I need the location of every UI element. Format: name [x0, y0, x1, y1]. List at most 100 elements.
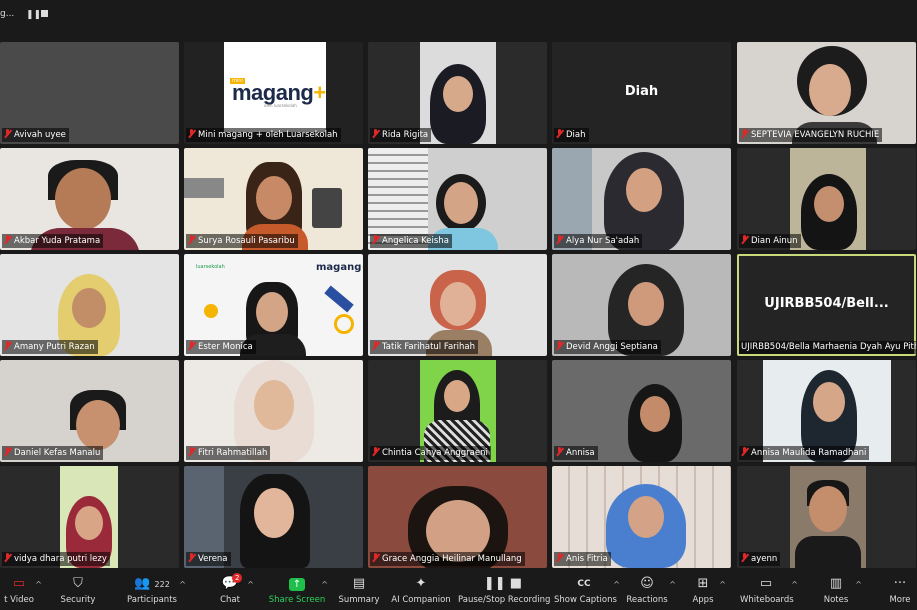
share-screen-button[interactable]: ↑ Share Screen ^	[268, 568, 328, 610]
video-tile[interactable]: Alya Nur Sa'adah	[552, 148, 731, 250]
video-tile[interactable]: Avivah uyee	[0, 42, 179, 144]
whiteboards-button[interactable]: ▭ Whiteboards ^	[740, 568, 798, 610]
mic-muted-icon	[372, 235, 379, 244]
participant-name: Diah	[554, 128, 589, 142]
ai-companion-button[interactable]: ✦ AI Companion	[390, 568, 452, 610]
recording-button[interactable]: ❚❚ ■ Pause/Stop Recording	[458, 568, 550, 610]
mic-muted-icon	[372, 447, 379, 456]
video-tile[interactable]: Rida Rigita	[368, 42, 547, 144]
chevron-up-icon[interactable]: ^	[669, 580, 676, 589]
magang-logo: magang+ mini oleh luarsekolah	[224, 42, 326, 132]
participant-big-name: UJIRBB504/Bell...	[764, 296, 889, 311]
participant-name: Annisa	[554, 446, 598, 460]
video-tile[interactable]: Diah Diah	[552, 42, 731, 144]
participant-name: ayenn	[739, 552, 781, 566]
participant-name: Rida Rigita	[370, 128, 432, 142]
video-tile[interactable]: SEPTEVIA EVANGELYN RUCHIE	[737, 42, 916, 144]
mic-muted-icon	[741, 553, 748, 562]
chat-icon: 💬	[221, 576, 239, 591]
video-tile[interactable]: Annisa	[552, 360, 731, 462]
more-icon: ···	[893, 576, 907, 591]
chevron-up-icon[interactable]: ^	[321, 580, 328, 589]
video-tile[interactable]: Angelica Keisha	[368, 148, 547, 250]
show-captions-button[interactable]: CC Show Captions ^	[554, 568, 620, 610]
reactions-button[interactable]: ☺ Reactions ^	[626, 568, 676, 610]
video-off-icon: ▭	[12, 576, 26, 591]
mic-muted-icon	[556, 235, 563, 244]
video-tile[interactable]: vidya dhara putri lezy	[0, 466, 179, 568]
more-button[interactable]: ··· More	[886, 568, 914, 610]
chevron-up-icon[interactable]: ^	[179, 580, 186, 589]
gallery-grid: Avivah uyee magang+ mini oleh luarsekola…	[0, 42, 917, 568]
mic-muted-icon	[4, 553, 11, 562]
chevron-up-icon[interactable]: ^	[719, 580, 726, 589]
video-tile[interactable]: Akbar Yuda Pratama	[0, 148, 179, 250]
video-tile[interactable]: Surya Rosauli Pasaribu	[184, 148, 363, 250]
chat-button[interactable]: 💬 2 Chat ^	[212, 568, 254, 610]
video-tile[interactable]: magang+ mini oleh luarsekolah Mini magan…	[184, 42, 363, 144]
video-tile[interactable]: Anis Fitria	[552, 466, 731, 568]
participant-name: Annisa Maulida Ramadhani	[739, 446, 870, 460]
mic-muted-icon	[741, 129, 748, 138]
whiteboard-icon: ▭	[759, 576, 773, 591]
video-tile[interactable]: Devid Anggi Septiana	[552, 254, 731, 356]
participant-name: Devid Anggi Septiana	[554, 340, 661, 354]
video-tile[interactable]: Fitri Rahmatillah	[184, 360, 363, 462]
pause-icon[interactable]: ❚❚	[26, 10, 41, 20]
participant-name: Alya Nur Sa'adah	[554, 234, 643, 248]
video-tile[interactable]: Annisa Maulida Ramadhani	[737, 360, 916, 462]
participants-button[interactable]: 👥 222 Participants ^	[124, 568, 186, 610]
chevron-up-icon[interactable]: ^	[35, 580, 42, 589]
cc-icon: CC	[577, 579, 591, 589]
stop-icon[interactable]	[41, 10, 48, 17]
summary-button[interactable]: ▤ Summary	[336, 568, 382, 610]
video-tile[interactable]: Daniel Kefas Manalu	[0, 360, 179, 462]
participant-name: Akbar Yuda Pratama	[2, 234, 104, 248]
window-title: g...	[0, 9, 15, 19]
summary-icon: ▤	[352, 576, 366, 591]
notes-button[interactable]: ▥ Notes ^	[822, 568, 862, 610]
apps-button[interactable]: ⊞ Apps ^	[690, 568, 726, 610]
mic-muted-icon	[372, 341, 379, 350]
security-button[interactable]: ⛉ Security	[56, 568, 100, 610]
reactions-icon: ☺	[640, 576, 654, 591]
participant-name: Avivah uyee	[2, 128, 69, 142]
mic-muted-icon	[188, 553, 195, 562]
participant-name: Mini magang + oleh Luarsekolah	[186, 128, 341, 142]
participant-name: Surya Rosauli Pasaribu	[186, 234, 298, 248]
luarsekolah-logo: luarsekolah	[196, 264, 225, 270]
participant-name: vidya dhara putri lezy	[2, 552, 110, 566]
chevron-up-icon[interactable]: ^	[855, 580, 862, 589]
participant-name: Ester Monica	[186, 340, 256, 354]
meeting-toolbar: ▭ t Video ^ ⛉ Security 👥 222 Participant…	[0, 568, 917, 610]
video-tile[interactable]: Verena	[184, 466, 363, 568]
shield-icon: ⛉	[73, 576, 83, 591]
participant-name: UJIRBB504/Bella Marhaenia Dyah Ayu Pith.…	[739, 341, 916, 354]
video-tile[interactable]: luarsekolah magang+ Ester Monica	[184, 254, 363, 356]
mic-muted-icon	[188, 447, 195, 456]
chevron-up-icon[interactable]: ^	[247, 580, 254, 589]
participant-name: Tatik Farihatul Farihah	[370, 340, 479, 354]
participant-name: Grace Anggia Heilinar Manullang	[370, 552, 525, 566]
mic-muted-icon	[188, 341, 195, 350]
apps-icon: ⊞	[697, 576, 709, 591]
video-tile[interactable]: Tatik Farihatul Farihah	[368, 254, 547, 356]
sparkle-icon: ✦	[415, 576, 427, 591]
video-tile[interactable]: ayenn	[737, 466, 916, 568]
video-button[interactable]: ▭ t Video ^	[0, 568, 42, 610]
mic-muted-icon	[741, 235, 748, 244]
video-tile[interactable]: Amany Putri Razan	[0, 254, 179, 356]
participant-big-name: Diah	[624, 84, 659, 99]
video-tile-active-speaker[interactable]: UJIRBB504/Bell... UJIRBB504/Bella Marhae…	[737, 254, 916, 356]
video-tile[interactable]: Dian Ainun	[737, 148, 916, 250]
chevron-up-icon[interactable]: ^	[613, 580, 620, 589]
video-tile[interactable]: Chintia Cahya Anggraeni	[368, 360, 547, 462]
mic-muted-icon	[556, 553, 563, 562]
video-tile[interactable]: Grace Anggia Heilinar Manullang	[368, 466, 547, 568]
participant-name: Anis Fitria	[554, 552, 611, 566]
mic-muted-icon	[741, 447, 748, 456]
chevron-up-icon[interactable]: ^	[791, 580, 798, 589]
share-screen-icon: ↑	[268, 576, 326, 592]
mic-muted-icon	[188, 235, 195, 244]
mic-muted-icon	[188, 129, 195, 138]
